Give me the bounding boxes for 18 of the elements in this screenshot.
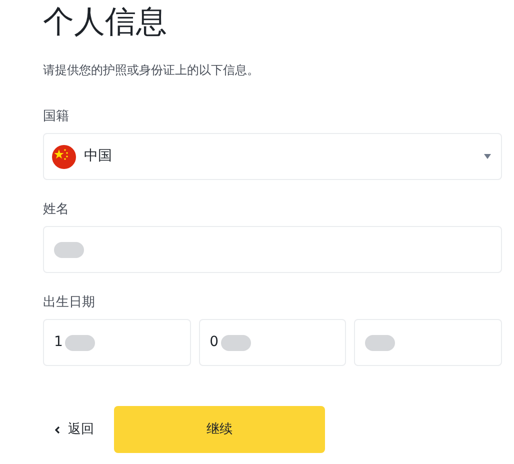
field-label: 姓名 xyxy=(43,201,69,219)
field-label: 出生日期 xyxy=(43,294,95,312)
date-field[interactable]: 0 xyxy=(198,319,346,366)
page-subtitle: 请提供您的护照或身份证上的以下信息。 xyxy=(43,62,260,79)
date-field[interactable]: 1 xyxy=(43,319,191,366)
continue-button[interactable]: 继续 xyxy=(114,406,325,453)
flag-icon xyxy=(52,144,76,168)
name-field[interactable] xyxy=(43,226,502,273)
selected-value: 中国 xyxy=(84,147,113,166)
field-value: 1 xyxy=(54,333,63,352)
field-label: 国籍 xyxy=(43,108,69,126)
back-link[interactable]: 返回 xyxy=(43,416,106,444)
field-value: 0 xyxy=(210,333,219,352)
nationality-select[interactable]: 中国 xyxy=(43,133,502,180)
chevron-left-icon xyxy=(55,426,60,434)
page-title: 个人信息 xyxy=(43,3,168,42)
caret-icon xyxy=(484,154,491,159)
date-field[interactable] xyxy=(354,319,502,366)
